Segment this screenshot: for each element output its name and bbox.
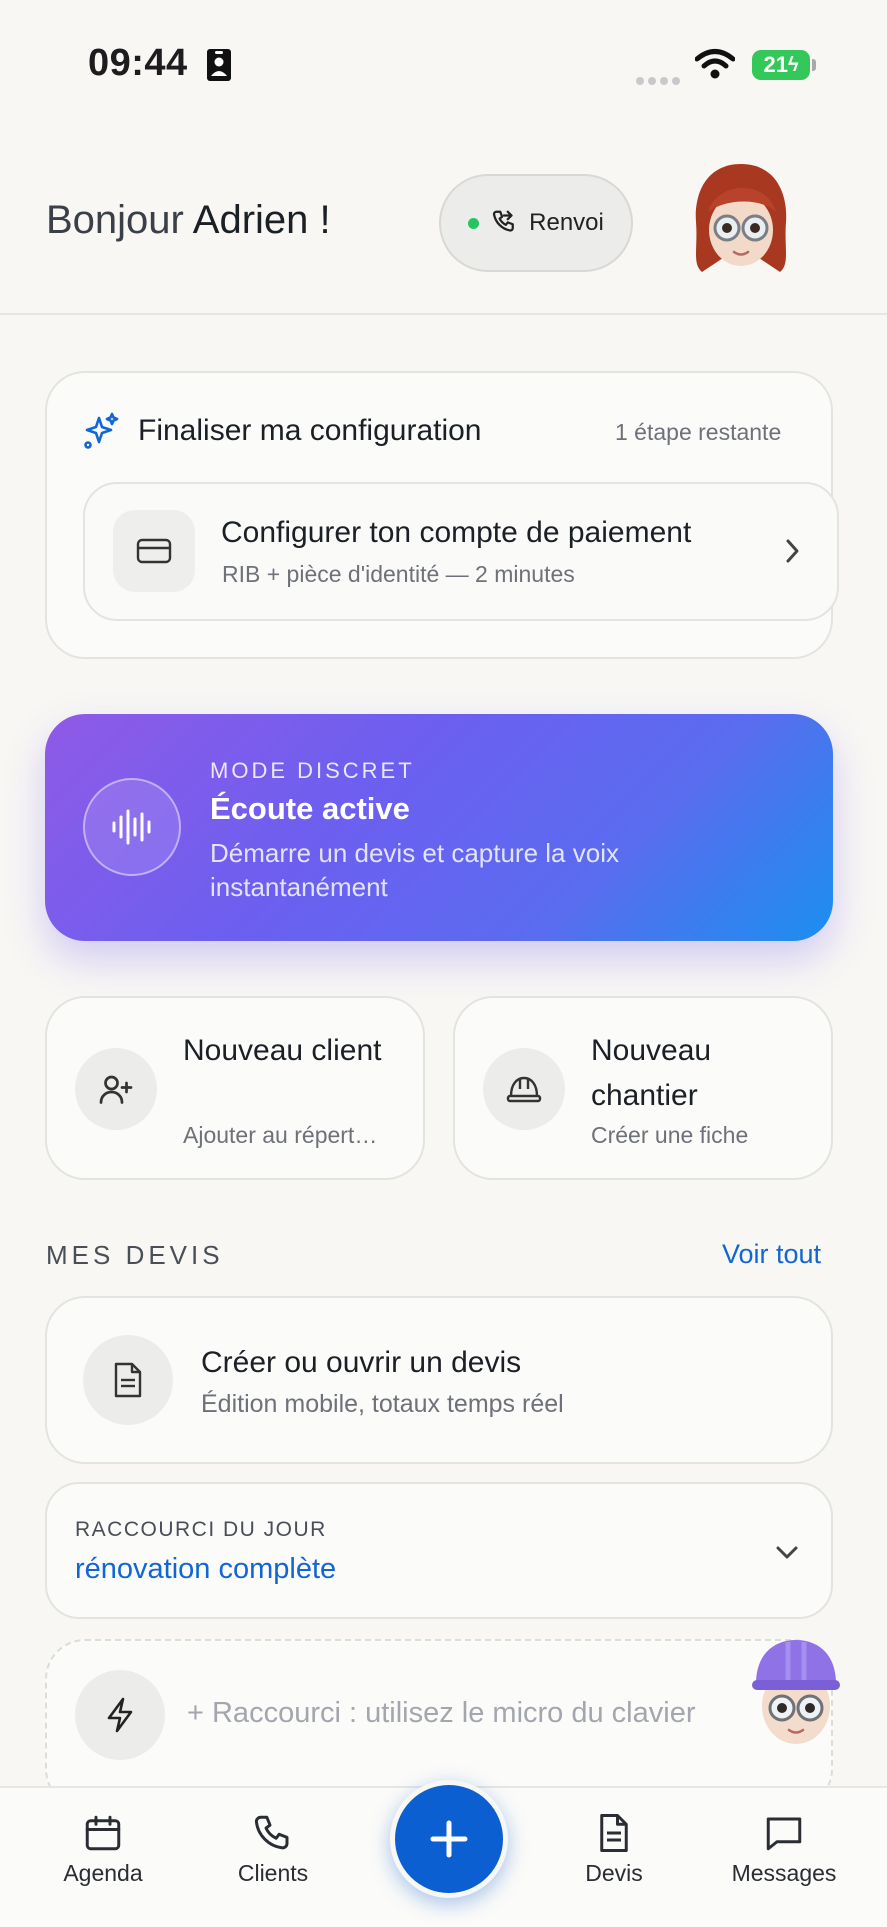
sparkles-icon	[84, 412, 119, 449]
devis-section-title: MES DEVIS	[46, 1240, 224, 1270]
calendar-icon	[85, 1815, 121, 1851]
discreet-kicker: MODE DISCRET	[210, 758, 415, 783]
phone-icon	[254, 1815, 289, 1850]
battery-nub	[812, 59, 816, 71]
new-site-card[interactable]: Nouveau chantier Créer une fiche	[453, 996, 833, 1180]
new-client-card[interactable]: Nouveau client Ajouter au répertoire	[45, 996, 425, 1180]
nav-agenda-label: Agenda	[63, 1860, 143, 1886]
new-site-subtitle: Créer une fiche	[591, 1122, 749, 1148]
add-user-icon	[99, 1075, 133, 1104]
plus-icon	[430, 1820, 468, 1858]
shortcut-of-day-dropdown[interactable]	[45, 1482, 833, 1619]
charging-icon: ϟ	[787, 53, 799, 76]
nav-clients-label: Clients	[237, 1860, 309, 1886]
see-all-link[interactable]: Voir tout	[722, 1239, 821, 1270]
configure-payment-row[interactable]	[83, 482, 839, 621]
discreet-subtitle: Démarre un devis et capture la voix inst…	[210, 838, 619, 902]
renvoi-label: Renvoi	[529, 209, 604, 236]
renvoi-button[interactable]: Renvoi	[439, 174, 633, 272]
discreet-title: Écoute active	[210, 791, 410, 826]
nav-messages-label: Messages	[731, 1860, 837, 1886]
config-steps-remaining: 1 étape restante	[615, 419, 782, 445]
assistant-avatar[interactable]	[744, 1634, 848, 1748]
lightning-icon	[107, 1697, 133, 1733]
hard-hat-icon	[506, 1076, 542, 1103]
user-name: Adrien !	[192, 198, 331, 242]
shortcut-hint-text: + Raccourci : utilisez le micro du clavi…	[187, 1697, 696, 1729]
call-forward-icon	[493, 210, 515, 232]
greeting: Bonjour Adrien !	[46, 198, 331, 243]
id-card-icon	[207, 49, 231, 81]
document-icon	[600, 1814, 628, 1852]
payment-title: Configurer ton compte de paiement	[221, 516, 692, 549]
add-fab-button[interactable]	[390, 1780, 508, 1898]
payment-card-icon-bg	[113, 510, 195, 592]
new-client-title: Nouveau client	[183, 1034, 382, 1067]
nav-devis[interactable]: Devis	[549, 1812, 679, 1887]
document-icon	[114, 1362, 142, 1398]
nav-devis-label: Devis	[585, 1860, 643, 1886]
header-divider	[0, 313, 887, 315]
chevron-down-icon	[776, 1546, 798, 1559]
cellular-signal-icon	[636, 72, 684, 90]
message-icon	[766, 1817, 802, 1851]
wifi-icon	[695, 49, 735, 79]
config-title: Finaliser ma configuration	[138, 414, 482, 447]
bolt-icon-bg	[75, 1670, 165, 1760]
sound-wave-icon	[112, 809, 151, 845]
new-site-title: Nouveau chantier	[591, 1034, 712, 1112]
nav-agenda[interactable]: Agenda	[38, 1812, 168, 1887]
new-client-subtitle: Ajouter au répertoire	[183, 1122, 388, 1148]
nav-messages[interactable]: Messages	[719, 1812, 849, 1887]
battery-level: 21	[763, 52, 788, 77]
chevron-right-icon	[786, 539, 799, 563]
profile-avatar[interactable]	[686, 160, 796, 280]
nav-clients[interactable]: Clients	[208, 1812, 338, 1887]
document-icon-bg	[83, 1335, 173, 1425]
voice-wave-button[interactable]	[83, 778, 181, 876]
helmet-icon-bg	[483, 1048, 565, 1130]
shortcut-value: rénovation complète	[75, 1553, 337, 1585]
battery-indicator: 21 ϟ	[752, 50, 810, 80]
credit-card-icon	[136, 538, 172, 564]
devis-card-subtitle: Édition mobile, totaux temps réel	[201, 1390, 564, 1418]
add-user-icon-bg	[75, 1048, 157, 1130]
shortcut-kicker: RACCOURCI DU JOUR	[75, 1518, 327, 1541]
status-dot	[468, 217, 480, 229]
status-time: 09:44	[88, 42, 188, 84]
greeting-prefix: Bonjour	[46, 198, 184, 242]
devis-card-title: Créer ou ouvrir un devis	[201, 1346, 522, 1379]
payment-subtitle: RIB + pièce d'identité — 2 minutes	[222, 561, 575, 587]
